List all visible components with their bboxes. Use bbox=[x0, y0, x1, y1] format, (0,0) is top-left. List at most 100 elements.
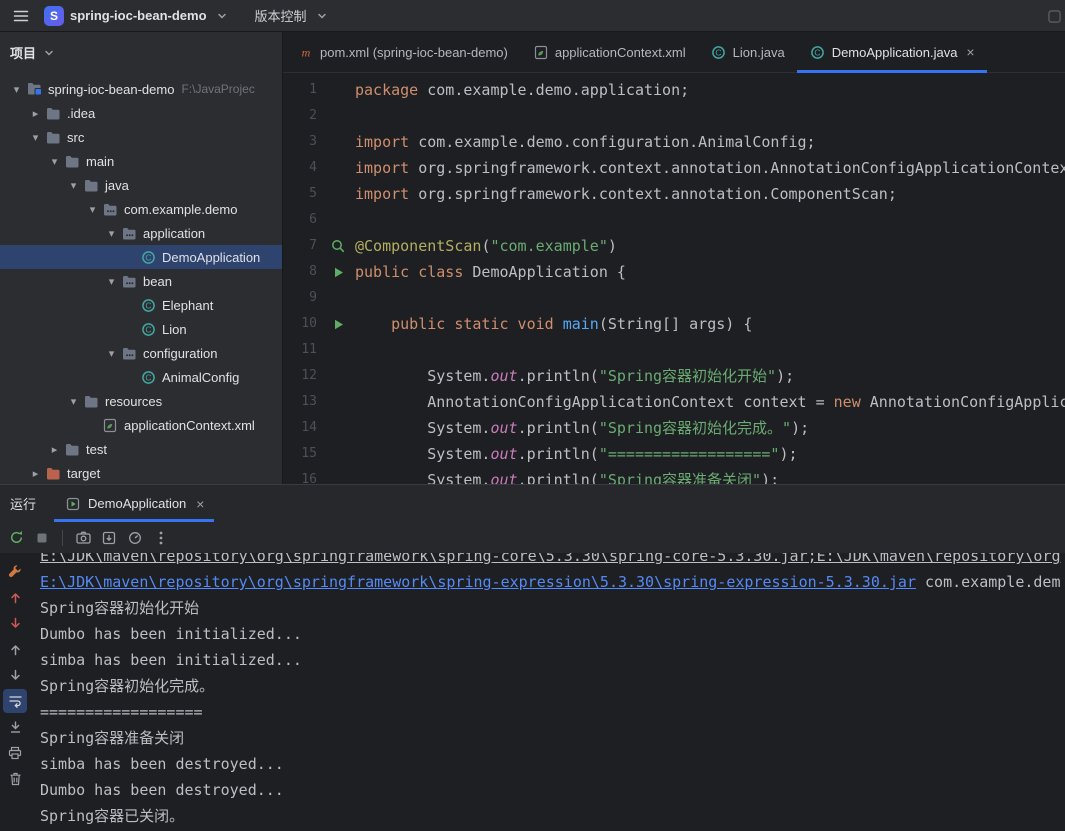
class-icon: C bbox=[139, 369, 157, 385]
gutter[interactable] bbox=[329, 259, 355, 285]
tree-item-src[interactable]: ▾src bbox=[0, 125, 282, 149]
project-panel-header[interactable]: 项目 bbox=[0, 32, 282, 73]
code-token: package bbox=[355, 81, 418, 99]
run-icon[interactable] bbox=[329, 264, 347, 280]
editor-tab-pom-xml-spring-ioc-bean-demo[interactable]: mpom.xml (spring-ioc-bean-demo) bbox=[285, 32, 520, 72]
tree-item-lion[interactable]: CLion bbox=[0, 317, 282, 341]
tab-label: applicationContext.xml bbox=[555, 45, 686, 60]
code-line: 13 AnnotationConfigApplicationContext co… bbox=[283, 389, 1065, 415]
run-console-area: E:\JDK\maven\repository\org\springframew… bbox=[0, 553, 1065, 831]
code-token: com.example.demo.application; bbox=[418, 81, 689, 99]
collapse-icon[interactable]: ▾ bbox=[27, 131, 44, 144]
tree-item-main[interactable]: ▾main bbox=[0, 149, 282, 173]
up-stack-button[interactable] bbox=[3, 585, 27, 609]
tree-item-com-example-demo[interactable]: ▾com.example.demo bbox=[0, 197, 282, 221]
tree-item-label: .idea bbox=[67, 106, 95, 121]
editor-tab-demoapplication-java[interactable]: CDemoApplication.java× bbox=[797, 32, 987, 72]
tab-label: pom.xml (spring-ioc-bean-demo) bbox=[320, 45, 508, 60]
gutter[interactable] bbox=[329, 311, 355, 337]
line-number: 1 bbox=[283, 77, 329, 103]
run-icon[interactable] bbox=[329, 316, 347, 332]
code-token: out bbox=[490, 419, 517, 437]
bean-icon[interactable] bbox=[329, 238, 347, 254]
collapse-icon[interactable]: ▾ bbox=[46, 155, 63, 168]
tree-item-animalconfig[interactable]: CAnimalConfig bbox=[0, 365, 282, 389]
expand-icon[interactable]: ▸ bbox=[27, 107, 44, 120]
code-token: ); bbox=[761, 471, 779, 484]
tree-item-path-hint: F:\JavaProjec bbox=[181, 82, 254, 96]
code-line: 2 bbox=[283, 103, 1065, 129]
gutter bbox=[329, 207, 355, 233]
collapse-icon[interactable]: ▾ bbox=[65, 395, 82, 408]
console-link[interactable]: E:\JDK\maven\repository\org\springframew… bbox=[40, 553, 1060, 565]
code-token: "Spring容器初始化完成。" bbox=[599, 419, 791, 437]
more-button[interactable] bbox=[149, 526, 173, 550]
rerun-button[interactable] bbox=[4, 526, 28, 550]
collapse-icon[interactable]: ▾ bbox=[65, 179, 82, 192]
code-token: System. bbox=[355, 445, 490, 463]
console-text: Spring容器已关闭。 bbox=[40, 807, 184, 825]
tree-item-label: resources bbox=[105, 394, 162, 409]
print-button[interactable] bbox=[3, 741, 27, 765]
expand-icon[interactable]: ▸ bbox=[46, 443, 63, 456]
tree-item-applicationcontext-xml[interactable]: applicationContext.xml bbox=[0, 413, 282, 437]
tree-item-demoapplication[interactable]: CDemoApplication bbox=[0, 245, 282, 269]
code-token: System. bbox=[355, 419, 490, 437]
tree-item-java[interactable]: ▾java bbox=[0, 173, 282, 197]
run-tab-demoapplication[interactable]: DemoApplication × bbox=[54, 485, 214, 522]
code-token: ) bbox=[608, 237, 617, 255]
vcs-selector[interactable]: 版本控制 bbox=[249, 3, 337, 29]
export-button[interactable] bbox=[97, 526, 121, 550]
hamburger-menu-button[interactable] bbox=[8, 4, 34, 28]
gauge-button[interactable] bbox=[123, 526, 147, 550]
collapse-icon[interactable]: ▾ bbox=[103, 275, 120, 288]
line-number: 3 bbox=[283, 129, 329, 155]
code-line: 5import org.springframework.context.anno… bbox=[283, 181, 1065, 207]
clear-all-button[interactable] bbox=[3, 767, 27, 791]
stop-button[interactable] bbox=[30, 526, 54, 550]
tree-item-application[interactable]: ▾ application bbox=[0, 221, 282, 245]
console-link[interactable]: E:\JDK\maven\repository\org\springframew… bbox=[40, 573, 916, 591]
collapse-icon[interactable]: ▾ bbox=[103, 347, 120, 360]
code-token: "com.example" bbox=[490, 237, 607, 255]
package-icon bbox=[101, 201, 119, 217]
customize-button[interactable] bbox=[3, 559, 27, 583]
tree-item-label: application bbox=[143, 226, 205, 241]
line-number: 2 bbox=[283, 103, 329, 129]
scroll-to-end-button[interactable] bbox=[3, 715, 27, 739]
folder-icon bbox=[44, 129, 62, 145]
next-occurrence-button[interactable] bbox=[3, 663, 27, 687]
toolbar-divider bbox=[62, 530, 63, 546]
code-token: (String[] args) { bbox=[599, 315, 753, 333]
prev-occurrence-button[interactable] bbox=[3, 637, 27, 661]
svg-text:C: C bbox=[145, 300, 151, 310]
down-stack-button[interactable] bbox=[3, 611, 27, 635]
project-selector[interactable]: S spring-ioc-bean-demo bbox=[38, 3, 237, 29]
tree-item-bean[interactable]: ▾bean bbox=[0, 269, 282, 293]
code-token: .println( bbox=[518, 367, 599, 385]
collapse-icon[interactable]: ▾ bbox=[84, 203, 101, 216]
editor-tab-applicationcontext-xml[interactable]: applicationContext.xml bbox=[520, 32, 698, 72]
code-editor[interactable]: 1 package com.example.demo.application; 23… bbox=[283, 73, 1065, 484]
tree-item-spring-ioc-bean-demo[interactable]: ▾spring-ioc-bean-demoF:\JavaProjec bbox=[0, 77, 282, 101]
collapse-icon[interactable]: ▾ bbox=[103, 227, 120, 240]
editor-tab-lion-java[interactable]: CLion.java bbox=[698, 32, 797, 72]
gutter[interactable] bbox=[329, 233, 355, 259]
tree-item-configuration[interactable]: ▾configuration bbox=[0, 341, 282, 365]
project-logo: S bbox=[44, 6, 64, 26]
tree-item-test[interactable]: ▸test bbox=[0, 437, 282, 461]
expand-icon[interactable]: ▸ bbox=[27, 467, 44, 480]
window-control-icon[interactable] bbox=[1045, 8, 1063, 24]
svg-text:C: C bbox=[145, 324, 151, 334]
soft-wrap-button[interactable] bbox=[3, 689, 27, 713]
line-number: 8 bbox=[283, 259, 329, 285]
tree-item-elephant[interactable]: CElephant bbox=[0, 293, 282, 317]
tree-item-resources[interactable]: ▾ resources bbox=[0, 389, 282, 413]
close-icon[interactable]: × bbox=[196, 496, 204, 512]
tree-item-idea[interactable]: ▸ .idea bbox=[0, 101, 282, 125]
collapse-icon[interactable]: ▾ bbox=[8, 83, 25, 96]
code-token: .println( bbox=[518, 445, 599, 463]
close-icon[interactable]: × bbox=[966, 44, 974, 60]
camera-button[interactable] bbox=[71, 526, 95, 550]
tree-item-target[interactable]: ▸target bbox=[0, 461, 282, 484]
